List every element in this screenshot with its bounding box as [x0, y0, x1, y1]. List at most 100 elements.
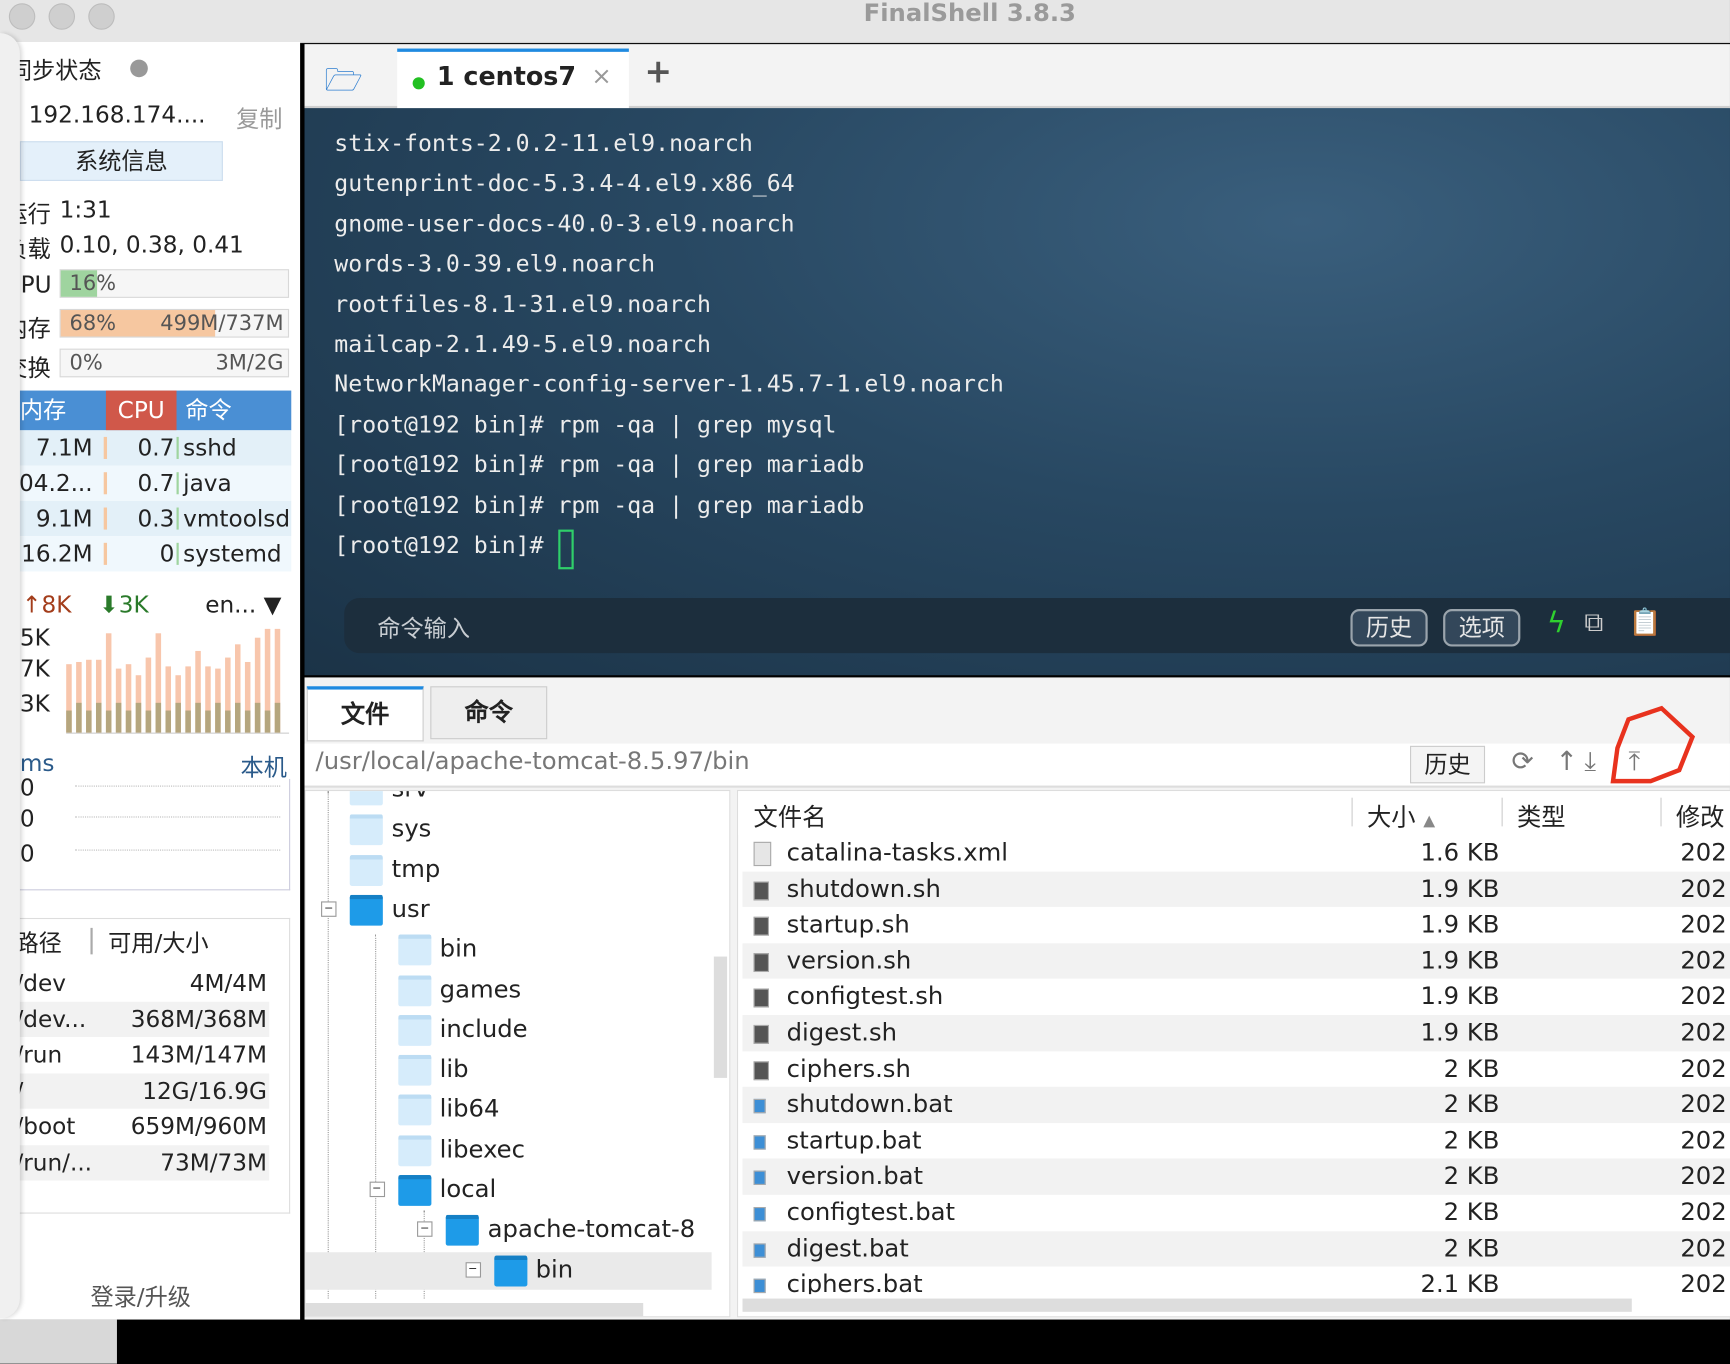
tree-node[interactable]: srv: [306, 791, 714, 809]
session-tab[interactable]: 1 centos7 ×: [397, 48, 629, 110]
disk-row[interactable]: /dev... 368M/368M: [0, 1001, 270, 1037]
file-size: 2 KB: [1443, 1235, 1500, 1263]
proc-cpu: 0.7: [137, 470, 175, 497]
column-modified[interactable]: 修改: [1676, 798, 1725, 833]
tree-node[interactable]: − bin: [306, 1252, 714, 1290]
tree-node[interactable]: lib: [306, 1052, 714, 1090]
path-input[interactable]: /usr/local/apache-tomcat-8.5.97/bin: [316, 748, 750, 776]
tree-node[interactable]: libexec: [306, 1132, 714, 1170]
path-history-button[interactable]: 历史: [1410, 745, 1486, 784]
file-row[interactable]: digest.bat 2 KB 202: [742, 1230, 1730, 1268]
collapse-toggle-icon[interactable]: −: [369, 1181, 385, 1198]
file-row[interactable]: startup.sh 1.9 KB 202: [742, 907, 1730, 944]
column-type[interactable]: 类型: [1517, 798, 1566, 833]
tree-node[interactable]: sys: [306, 811, 714, 849]
disk-row[interactable]: /run 143M/147M: [0, 1037, 270, 1073]
login-upgrade-link[interactable]: 登录/升级: [90, 1280, 190, 1313]
file-row[interactable]: shutdown.sh 1.9 KB 202: [742, 871, 1730, 908]
tree-node[interactable]: − apache-tomcat-8: [306, 1212, 714, 1250]
folder-icon: [493, 1255, 527, 1286]
directory-tree[interactable]: srv systmp−usrbingamesincludeliblib64libe…: [304, 789, 731, 1318]
command-input-bar[interactable]: 命令输入 历史 选项 ϟ ⧉ 📋: [344, 597, 1730, 654]
network-chart: [66, 627, 290, 734]
net-interface-select[interactable]: en... ▼: [205, 591, 281, 617]
folder-icon: [397, 1134, 431, 1166]
process-row[interactable]: 7.1M 0.7 sshd: [19, 430, 292, 466]
file-row[interactable]: configtest.sh 1.9 KB 202: [742, 979, 1730, 1016]
file-row[interactable]: catalina-tasks.xml 1.6 KB 202: [742, 835, 1730, 872]
file-row[interactable]: version.bat 2 KB 202: [742, 1158, 1730, 1196]
file-list-hscrollbar[interactable]: [742, 1298, 1632, 1312]
disk-header-size[interactable]: 可用/大小: [108, 926, 208, 959]
disk-size: 4M/4M: [189, 969, 267, 997]
bat-file-icon: [753, 1171, 766, 1186]
tree-node[interactable]: − usr: [306, 891, 714, 929]
file-size: 2 KB: [1443, 1091, 1500, 1119]
disk-path: /boot: [15, 1113, 76, 1140]
column-size[interactable]: 大小 ▲: [1367, 798, 1435, 833]
network-bar-download: [215, 702, 221, 733]
file-row[interactable]: startup.bat 2 KB 202: [742, 1122, 1730, 1160]
sidebar: 同步状态 192.168.174.... 复制 系统信息 运行 1:31 负载 …: [0, 41, 301, 1320]
new-tab-plus-icon[interactable]: +: [644, 53, 672, 92]
disk-row[interactable]: /dev 4M/4M: [0, 965, 270, 1001]
network-bar-download: [195, 702, 201, 733]
disk-header-path[interactable]: 路径: [15, 926, 61, 959]
copy-ip-link[interactable]: 复制: [236, 102, 282, 135]
refresh-icon[interactable]: ⟳: [1512, 746, 1534, 777]
tree-scrollbar[interactable]: [713, 956, 728, 1078]
lightning-icon[interactable]: ϟ: [1547, 607, 1566, 640]
file-row[interactable]: digest.sh 1.9 KB 202: [742, 1015, 1730, 1052]
bat-file-icon: [753, 1207, 766, 1222]
folder-icon: [397, 1094, 431, 1126]
options-button[interactable]: 选项: [1443, 609, 1521, 647]
download-arrow-icon: ⬇: [99, 591, 119, 618]
bat-file-icon: [753, 1135, 766, 1150]
collapse-toggle-icon[interactable]: −: [417, 1221, 433, 1238]
tree-node[interactable]: lib64: [306, 1092, 714, 1130]
sysinfo-button[interactable]: 系统信息: [19, 141, 223, 181]
history-button[interactable]: 历史: [1350, 609, 1428, 647]
copy-icon[interactable]: ⧉: [1584, 607, 1603, 638]
tree-node[interactable]: tmp: [306, 851, 714, 889]
proc-header-cpu[interactable]: CPU: [105, 390, 177, 431]
folder-open-icon[interactable]: 🗁: [324, 57, 362, 110]
process-row[interactable]: 104.2... 0.7 java: [4, 465, 292, 501]
file-row[interactable]: shutdown.bat 2 KB 202: [742, 1086, 1730, 1124]
column-filename[interactable]: 文件名: [754, 798, 827, 833]
proc-header-command[interactable]: 命令: [185, 391, 231, 431]
tab-commands[interactable]: 命令: [430, 686, 548, 740]
process-row[interactable]: 9.1M 0.3 vmtoolsd: [19, 500, 292, 537]
tree-node[interactable]: include: [306, 1012, 714, 1050]
file-row[interactable]: version.sh 1.9 KB 202: [742, 943, 1730, 980]
disk-row[interactable]: /12G/16.9G: [0, 1072, 270, 1109]
tree-node[interactable]: − local: [306, 1172, 714, 1210]
terminal-line: [root@192 bin]# rpm -qa | grep mariadb: [334, 491, 865, 519]
network-bar-download: [235, 702, 241, 733]
parent-dir-icon[interactable]: ↑: [1556, 746, 1578, 777]
terminal[interactable]: stix-fonts-2.0.2-11.el9.noarch gutenprint…: [304, 108, 1730, 676]
tab-files[interactable]: 文件: [306, 686, 424, 742]
tree-node[interactable]: bin: [306, 931, 714, 969]
file-size: 2.1 KB: [1420, 1271, 1500, 1295]
sh-file-icon: [753, 988, 770, 1008]
command-input-placeholder[interactable]: 命令输入: [377, 611, 470, 644]
disk-row[interactable]: /boot 659M/960M: [0, 1108, 270, 1145]
file-row[interactable]: ciphers.sh 2 KB 202: [742, 1050, 1730, 1088]
close-tab-icon[interactable]: ×: [591, 63, 611, 91]
tree-hscrollbar[interactable]: [305, 1302, 644, 1317]
collapse-toggle-icon[interactable]: −: [465, 1261, 481, 1278]
file-list[interactable]: 文件名 大小 ▲ 类型 修改 catalina-tasks.xml 1.6 KB 2…: [737, 789, 1730, 1318]
paste-icon[interactable]: 📋: [1628, 607, 1661, 638]
net-download: ⬇3K: [99, 591, 148, 617]
file-manager: 文件 命令 /usr/local/apache-tomcat-8.5.97/bi…: [304, 677, 1730, 1320]
file-row[interactable]: ciphers.bat 2.1 KB 202: [742, 1266, 1730, 1295]
file-row[interactable]: configtest.bat 2 KB 202: [742, 1194, 1730, 1232]
download-icon[interactable]: ⤓: [1584, 746, 1596, 777]
process-row[interactable]: 16.2M 0 systemd: [19, 536, 292, 572]
proc-header-memory[interactable]: 内存: [20, 391, 66, 431]
disk-size: 659M/960M: [130, 1113, 267, 1140]
disk-row[interactable]: /run/... 73M/73M: [0, 1144, 270, 1180]
collapse-toggle-icon[interactable]: −: [321, 901, 337, 917]
tree-node[interactable]: games: [306, 971, 714, 1009]
